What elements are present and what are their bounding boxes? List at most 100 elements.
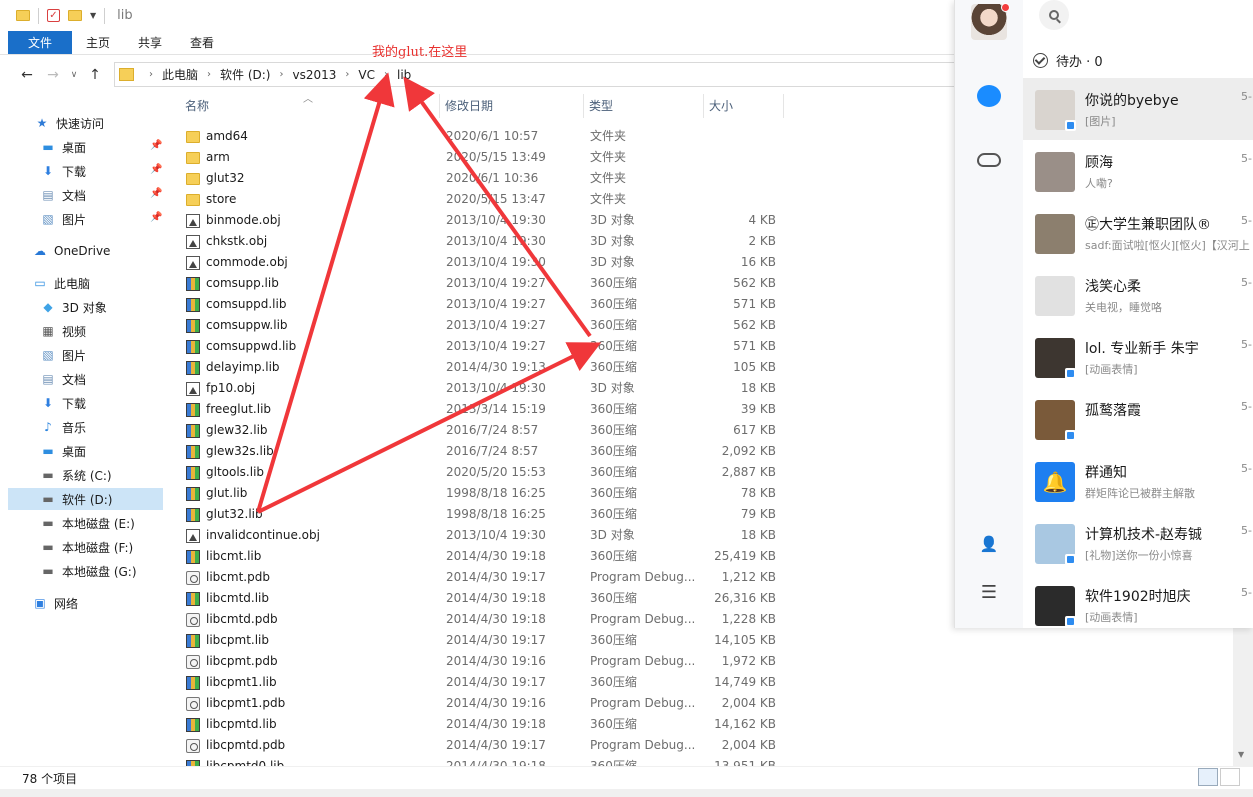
tab-view[interactable]: 查看: [176, 31, 228, 54]
file-row[interactable]: chkstk.obj 2013/10/4 19:30 3D 对象 2 KB: [180, 231, 790, 252]
conversation-item[interactable]: 你说的byebye [图片] 5-: [1023, 78, 1253, 140]
column-name[interactable]: 名称: [180, 94, 440, 118]
file-row[interactable]: glew32s.lib 2016/7/24 8:57 360压缩 2,092 KB: [180, 441, 790, 462]
file-row[interactable]: amd64 2020/6/1 10:57 文件夹: [180, 126, 790, 147]
conversation-item[interactable]: lol. 专业新手 朱宇 [动画表情] 5-: [1023, 326, 1253, 388]
details-view-icon[interactable]: [1198, 768, 1218, 786]
column-size[interactable]: 大小: [704, 94, 784, 118]
file-row[interactable]: arm 2020/5/15 13:49 文件夹: [180, 147, 790, 168]
file-row[interactable]: libcpmt1.lib 2014/4/30 19:17 360压缩 14,749 K…: [180, 672, 790, 693]
file-row[interactable]: comsuppd.lib 2013/10/4 19:27 360压缩 571 KB: [180, 294, 790, 315]
todo-entry[interactable]: 待办 · 0: [1033, 47, 1103, 73]
sidebar-item[interactable]: ▭ 此电脑: [32, 272, 90, 294]
tab-share[interactable]: 共享: [124, 31, 176, 54]
file-row[interactable]: delayimp.lib 2014/4/30 19:13 360压缩 105 KB: [180, 357, 790, 378]
sidebar-item[interactable]: ♪ 音乐: [40, 416, 86, 438]
pin-icon[interactable]: 📌: [150, 164, 162, 175]
tab-file[interactable]: 文件: [8, 31, 72, 54]
sidebar-item[interactable]: ▬ 本地磁盘 (E:): [40, 512, 134, 534]
chevron-right-icon[interactable]: ›: [207, 69, 211, 80]
breadcrumb-drive-d[interactable]: 软件 (D:): [220, 66, 270, 83]
breadcrumb-vc[interactable]: VC: [358, 68, 375, 82]
sidebar-item[interactable]: ☁ OneDrive: [32, 240, 110, 262]
sidebar-item[interactable]: ▧ 图片: [40, 208, 86, 230]
sidebar-item[interactable]: ⬇ 下载: [40, 160, 86, 182]
sidebar-item[interactable]: ▬ 桌面: [40, 136, 86, 158]
sidebar-item[interactable]: ▬ 系统 (C:): [40, 464, 111, 486]
file-row[interactable]: glew32.lib 2016/7/24 8:57 360压缩 617 KB: [180, 420, 790, 441]
breadcrumb-lib[interactable]: lib: [397, 68, 411, 82]
file-row[interactable]: comsuppw.lib 2013/10/4 19:27 360压缩 562 KB: [180, 315, 790, 336]
sidebar-item[interactable]: ⬇ 下载: [40, 392, 86, 414]
file-row[interactable]: glut.lib 1998/8/18 16:25 360压缩 78 KB: [180, 483, 790, 504]
pin-icon[interactable]: 📌: [150, 188, 162, 199]
cloud-icon[interactable]: [977, 148, 1001, 172]
file-row[interactable]: libcmtd.lib 2014/4/30 19:18 360压缩 26,316 KB: [180, 588, 790, 609]
column-type[interactable]: 类型: [584, 94, 704, 118]
file-row[interactable]: fp10.obj 2013/10/4 19:30 3D 对象 18 KB: [180, 378, 790, 399]
file-row[interactable]: comsupp.lib 2013/10/4 19:27 360压缩 562 KB: [180, 273, 790, 294]
pin-icon[interactable]: 📌: [150, 140, 162, 151]
file-row[interactable]: comsuppwd.lib 2013/10/4 19:27 360压缩 571 KB: [180, 336, 790, 357]
file-row[interactable]: commode.obj 2013/10/4 19:30 3D 对象 16 KB: [180, 252, 790, 273]
chevron-down-icon[interactable]: ∨: [66, 70, 82, 80]
chevron-down-icon[interactable]: ▼: [90, 11, 96, 20]
sidebar-item[interactable]: ▬ 桌面: [40, 440, 86, 462]
sidebar-item[interactable]: ◆ 3D 对象: [40, 296, 106, 318]
file-row[interactable]: libcpmt1.pdb 2014/4/30 19:16 Program Debug…: [180, 693, 790, 714]
column-date[interactable]: 修改日期: [440, 94, 584, 118]
file-row[interactable]: libcpmtd.pdb 2014/4/30 19:17 Program Debug…: [180, 735, 790, 756]
properties-icon[interactable]: ✓: [47, 9, 60, 22]
back-arrow-icon[interactable]: ←: [14, 67, 40, 83]
conversation-item[interactable]: 浅笑心柔 关电视，睡觉咯 5-: [1023, 264, 1253, 326]
tab-home[interactable]: 主页: [72, 31, 124, 54]
file-row[interactable]: store 2020/5/15 13:47 文件夹: [180, 189, 790, 210]
file-row[interactable]: libcmt.pdb 2014/4/30 19:17 Program Debug..…: [180, 567, 790, 588]
conversation-item[interactable]: 孤鹜落霞 5-: [1023, 388, 1253, 450]
file-row[interactable]: libcpmt.pdb 2014/4/30 19:16 Program Debug.…: [180, 651, 790, 672]
sidebar-item[interactable]: ▤ 文档: [40, 368, 86, 390]
contacts-icon[interactable]: 👤: [977, 532, 1001, 556]
forward-arrow-icon[interactable]: →: [40, 67, 66, 83]
chevron-right-icon[interactable]: ›: [345, 69, 349, 80]
vertical-scrollbar[interactable]: ▼: [1233, 628, 1253, 766]
file-row[interactable]: libcpmtd.lib 2014/4/30 19:18 360压缩 14,162 K…: [180, 714, 790, 735]
file-row[interactable]: libcpmtd0.lib 2014/4/30 19:18 360压缩 13,951 …: [180, 756, 790, 766]
breadcrumb-this-pc[interactable]: 此电脑: [162, 66, 198, 83]
sidebar-item[interactable]: ★ 快速访问: [34, 112, 104, 134]
menu-icon[interactable]: ☰: [977, 580, 1001, 604]
sidebar-item[interactable]: ▧ 图片: [40, 344, 86, 366]
conversation-item[interactable]: 软件1902时旭庆 [动画表情] 5-: [1023, 574, 1253, 628]
file-row[interactable]: gltools.lib 2020/5/20 15:53 360压缩 2,887 KB: [180, 462, 790, 483]
file-row[interactable]: libcmt.lib 2014/4/30 19:18 360压缩 25,419 KB: [180, 546, 790, 567]
file-row[interactable]: libcmtd.pdb 2014/4/30 19:18 Program Debug.…: [180, 609, 790, 630]
sidebar-item[interactable]: ▬ 本地磁盘 (G:): [40, 560, 136, 582]
new-folder-icon[interactable]: [68, 10, 82, 21]
file-row[interactable]: libcpmt.lib 2014/4/30 19:17 360压缩 14,105 KB: [180, 630, 790, 651]
file-row[interactable]: glut32 2020/6/1 10:36 文件夹: [180, 168, 790, 189]
up-arrow-icon[interactable]: ↑: [82, 67, 108, 83]
sidebar-item[interactable]: ▬ 软件 (D:): [8, 488, 163, 510]
conversation-item[interactable]: ㊣大学生兼职团队® sadf:面试啦[怄火][怄火]【汉河上 5-: [1023, 202, 1253, 264]
file-row[interactable]: glut32.lib 1998/8/18 16:25 360压缩 79 KB: [180, 504, 790, 525]
breadcrumb-vs2013[interactable]: vs2013: [292, 68, 336, 82]
chevron-right-icon[interactable]: ›: [384, 69, 388, 80]
address-bar[interactable]: › 此电脑 › 软件 (D:) › vs2013 › VC › lib: [114, 62, 960, 87]
message-icon[interactable]: [977, 84, 1001, 108]
conversation-item[interactable]: 顾海 人嘞? 5-: [1023, 140, 1253, 202]
chevron-right-icon[interactable]: ›: [149, 69, 153, 80]
sidebar-item[interactable]: ▦ 视频: [40, 320, 86, 342]
sidebar-item[interactable]: ▤ 文档: [40, 184, 86, 206]
file-row[interactable]: binmode.obj 2013/10/4 19:30 3D 对象 4 KB: [180, 210, 790, 231]
sidebar-item[interactable]: ▣ 网络: [32, 592, 78, 614]
scroll-down-icon[interactable]: ▼: [1238, 750, 1244, 759]
search-button[interactable]: [1039, 0, 1069, 30]
chevron-right-icon[interactable]: ›: [279, 69, 283, 80]
pin-icon[interactable]: 📌: [150, 212, 162, 223]
file-row[interactable]: invalidcontinue.obj 2013/10/4 19:30 3D 对象 1…: [180, 525, 790, 546]
conversation-item[interactable]: 计算机技术-赵寿铖 [礼物]送你一份小惊喜 5-: [1023, 512, 1253, 574]
thumbnail-view-icon[interactable]: [1220, 768, 1240, 786]
conversation-item[interactable]: 🔔 群通知 群矩阵论已被群主解散 5-: [1023, 450, 1253, 512]
sidebar-item[interactable]: ▬ 本地磁盘 (F:): [40, 536, 133, 558]
file-row[interactable]: freeglut.lib 2013/3/14 15:19 360压缩 39 KB: [180, 399, 790, 420]
